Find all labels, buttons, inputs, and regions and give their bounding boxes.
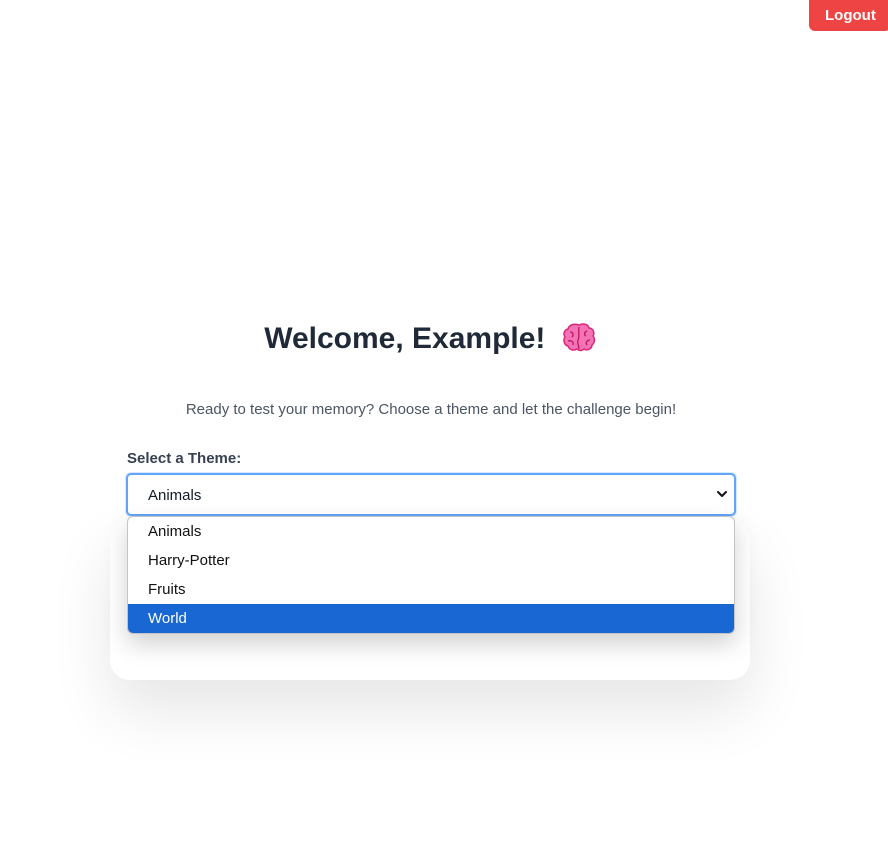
theme-option-world[interactable]: World [128,604,734,633]
logout-button[interactable]: Logout [809,0,888,31]
theme-option-fruits[interactable]: Fruits [128,575,734,604]
welcome-title-text: Welcome, Example! [264,322,546,355]
brain-icon [563,323,595,352]
welcome-subtitle: Ready to test your memory? Choose a them… [185,401,677,418]
theme-option-animals[interactable]: Animals [128,517,734,546]
theme-select[interactable]: Animals [126,473,736,516]
theme-select-label: Select a Theme: [127,450,242,467]
page-title: Welcome, Example! [0,322,860,356]
page: Logout Welcome, Example! Ready to test y… [0,0,888,848]
theme-dropdown-list: Animals Harry-Potter Fruits World [127,516,735,634]
theme-select-value: Animals [148,487,202,504]
chevron-down-icon [717,491,727,497]
theme-option-harry-potter[interactable]: Harry-Potter [128,546,734,575]
